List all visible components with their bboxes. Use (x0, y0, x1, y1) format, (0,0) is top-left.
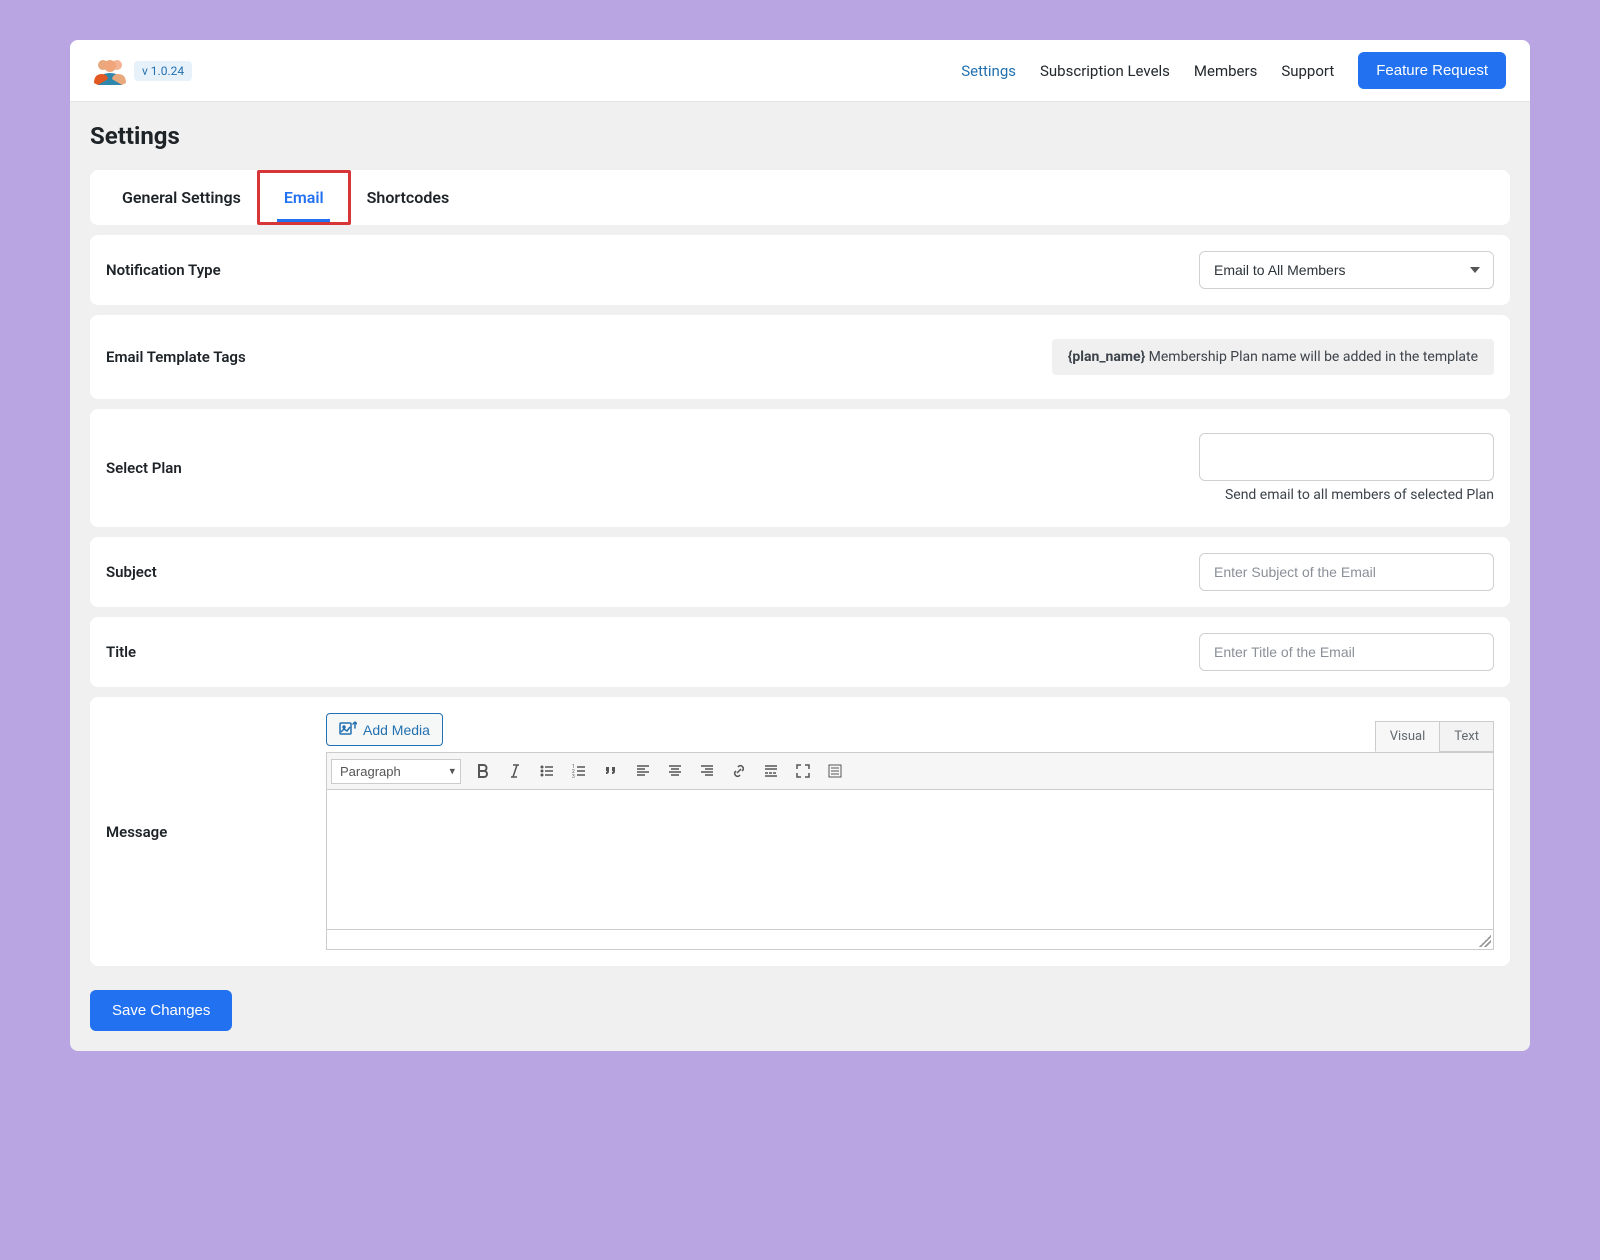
numbered-list-icon[interactable]: 123 (565, 757, 593, 785)
app-container: v 1.0.24 Settings Subscription Levels Me… (70, 40, 1530, 1051)
version-badge: v 1.0.24 (134, 61, 192, 81)
editor-tabs: Visual Text (1375, 721, 1494, 752)
read-more-icon[interactable] (757, 757, 785, 785)
logo-section: v 1.0.24 (94, 57, 192, 85)
template-tag-desc: Membership Plan name will be added in th… (1145, 349, 1478, 365)
toolbar-toggle-icon[interactable] (821, 757, 849, 785)
select-plan-right: Send email to all members of selected Pl… (1199, 433, 1494, 503)
main-content: Settings General Settings Email Shortcod… (70, 102, 1530, 1051)
add-media-button[interactable]: Add Media (326, 713, 443, 746)
quote-icon[interactable] (597, 757, 625, 785)
add-media-label: Add Media (363, 722, 430, 738)
template-tag-box: {plan_name} Membership Plan name will be… (1052, 339, 1494, 375)
link-icon[interactable] (725, 757, 753, 785)
align-left-icon[interactable] (629, 757, 657, 785)
italic-icon[interactable] (501, 757, 529, 785)
title-label: Title (106, 643, 136, 661)
nav-settings[interactable]: Settings (961, 62, 1016, 80)
tab-general-settings[interactable]: General Settings (106, 170, 257, 225)
title-input[interactable] (1199, 633, 1494, 671)
align-right-icon[interactable] (693, 757, 721, 785)
email-template-tags-panel: Email Template Tags {plan_name} Membersh… (90, 315, 1510, 399)
select-plan-helper: Send email to all members of selected Pl… (1225, 487, 1494, 503)
tabs: General Settings Email Shortcodes (106, 170, 1494, 225)
email-template-tags-label: Email Template Tags (106, 348, 246, 366)
subject-label: Subject (106, 563, 157, 581)
editor-content[interactable] (326, 790, 1494, 930)
bold-icon[interactable] (469, 757, 497, 785)
tabs-container: General Settings Email Shortcodes (90, 170, 1510, 225)
select-plan-label: Select Plan (106, 459, 182, 477)
nav-members[interactable]: Members (1194, 62, 1257, 80)
select-plan-input[interactable] (1199, 433, 1494, 481)
editor-tab-visual[interactable]: Visual (1375, 721, 1440, 752)
align-center-icon[interactable] (661, 757, 689, 785)
editor-tab-text[interactable]: Text (1439, 721, 1494, 752)
notification-type-select[interactable]: Email to All Members (1199, 251, 1494, 289)
save-changes-button[interactable]: Save Changes (90, 990, 232, 1031)
logo-icon (94, 57, 126, 85)
bullet-list-icon[interactable] (533, 757, 561, 785)
paragraph-select[interactable]: Paragraph (331, 759, 461, 784)
tab-shortcodes[interactable]: Shortcodes (351, 170, 466, 225)
notification-type-label: Notification Type (106, 261, 221, 279)
editor-top: Add Media Visual Text (326, 713, 1494, 752)
nav-links: Settings Subscription Levels Members Sup… (961, 52, 1506, 89)
top-header: v 1.0.24 Settings Subscription Levels Me… (70, 40, 1530, 102)
media-icon (339, 720, 357, 739)
editor-area: Add Media Visual Text Paragraph (326, 713, 1494, 950)
nav-subscription-levels[interactable]: Subscription Levels (1040, 62, 1170, 80)
message-panel: Message Add Media (90, 697, 1510, 966)
message-label: Message (106, 823, 167, 841)
fullscreen-icon[interactable] (789, 757, 817, 785)
page-title: Settings (90, 122, 1510, 150)
select-plan-panel: Select Plan Send email to all members of… (90, 409, 1510, 527)
notification-type-panel: Notification Type Email to All Members (90, 235, 1510, 305)
resize-handle-icon[interactable] (1479, 935, 1491, 947)
paragraph-select-wrapper: Paragraph (331, 759, 461, 784)
feature-request-button[interactable]: Feature Request (1358, 52, 1506, 89)
nav-support[interactable]: Support (1281, 62, 1334, 80)
subject-panel: Subject (90, 537, 1510, 607)
svg-text:3: 3 (572, 774, 575, 779)
template-tag-name: {plan_name} (1068, 349, 1145, 365)
editor-toolbar: Paragraph 123 (326, 752, 1494, 790)
notification-type-select-wrapper: Email to All Members (1199, 251, 1494, 289)
title-panel: Title (90, 617, 1510, 687)
tab-email[interactable]: Email (257, 170, 351, 225)
subject-input[interactable] (1199, 553, 1494, 591)
editor-status-bar (326, 930, 1494, 950)
